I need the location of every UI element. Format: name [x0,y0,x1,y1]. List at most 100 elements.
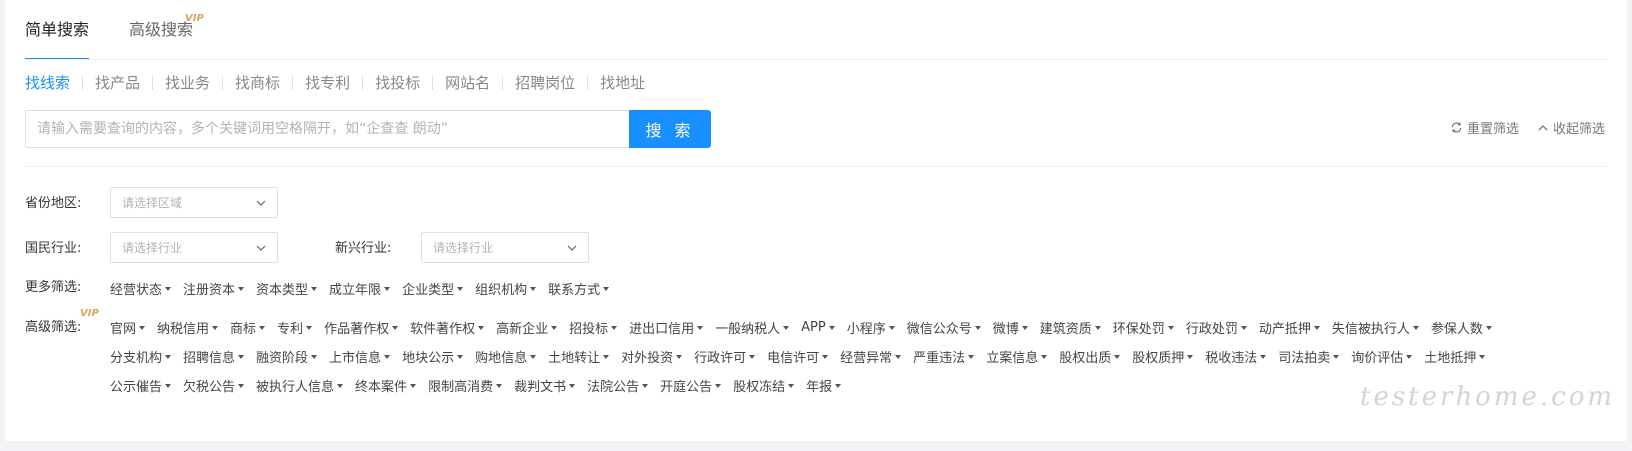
caret-down-icon [1412,326,1419,330]
filter-dropdown[interactable]: 成立年限 [329,278,391,298]
caret-down-icon [1479,355,1486,359]
caret-down-icon [676,355,683,359]
filter-dropdown[interactable]: 经营异常 [840,342,902,371]
search-row: 搜 索 [25,110,711,148]
filter-dropdown[interactable]: 行政处罚 [1186,313,1247,342]
province-label: 省份地区: [25,196,82,211]
top-tabs: 简单搜索 高级搜索 VIP [25,0,204,60]
filter-dropdown[interactable]: 法院公告 [587,371,649,400]
filter-dropdown[interactable]: 官网 [110,313,146,342]
caret-down-icon [822,355,829,359]
caret-down-icon [165,384,172,388]
filter-dropdown[interactable]: 购地信息 [475,342,537,371]
filter-dropdown[interactable]: 土地转让 [548,342,610,371]
filter-dropdown[interactable]: 联系方式 [548,278,610,298]
caret-down-icon [569,384,576,388]
collapse-filters-button[interactable]: 收起筛选 [1537,118,1605,137]
province-select[interactable]: 请选择区域 [110,187,278,218]
filter-dropdown[interactable]: 股权出质 [1059,342,1121,371]
filter-dropdown[interactable]: 建筑资质 [1040,313,1101,342]
filter-dropdown[interactable]: 开庭公告 [660,371,722,400]
filter-dropdown[interactable]: 严重违法 [913,342,975,371]
filter-dropdown[interactable]: 欠税公告 [183,371,245,400]
filter-dropdown-label: 专利 [277,322,304,337]
filter-dropdown[interactable]: 税收违法 [1205,342,1267,371]
filter-dropdown[interactable]: 高新企业 [496,313,558,342]
search-category-tab[interactable]: 找线索 [25,70,70,96]
filter-dropdown[interactable]: 作品著作权 [324,313,399,342]
tab-simple-search[interactable]: 简单搜索 [25,0,90,60]
filter-dropdown[interactable]: 土地抵押 [1424,342,1486,371]
filter-dropdown[interactable]: 限制高消费 [428,371,503,400]
filter-dropdown[interactable]: 专利 [277,313,313,342]
caret-down-icon [457,286,464,291]
filter-dropdown[interactable]: 地块公示 [402,342,464,371]
filter-dropdown[interactable]: 被执行人信息 [256,371,344,400]
caret-down-icon [1313,326,1320,330]
advanced-filters-list: 官网 纳税信用 商标 专利 作品著作权 软件著作权 高新企业 招投标 进出口信用 一般纳税人 APP… [110,313,1550,400]
search-category-tab[interactable]: 招聘岗位 [515,70,575,96]
filter-dropdown-label: 司法拍卖 [1278,351,1331,366]
filter-dropdown[interactable]: 企业类型 [402,278,464,298]
filter-dropdown[interactable]: 公示催告 [110,371,172,400]
filter-dropdown[interactable]: 股权质押 [1132,342,1194,371]
caret-down-icon [1485,326,1492,330]
filter-dropdown[interactable]: 进出口信用 [629,313,704,342]
filter-dropdown-label: APP [801,320,826,335]
filter-dropdown[interactable]: 年报 [806,371,842,400]
filter-dropdown[interactable]: APP [801,313,835,342]
filter-dropdown[interactable]: 动产抵押 [1259,313,1320,342]
caret-down-icon [530,286,537,291]
search-category-tab[interactable]: 找产品 [95,70,140,96]
search-input[interactable] [25,110,629,148]
tab-advanced-search[interactable]: 高级搜索 VIP [129,0,204,60]
filter-dropdown[interactable]: 招聘信息 [183,342,245,371]
filter-dropdown[interactable]: 商标 [230,313,266,342]
filter-dropdown-label: 微博 [992,322,1019,337]
filter-dropdown[interactable]: 司法拍卖 [1278,342,1340,371]
caret-down-icon [392,326,399,330]
search-category-tab[interactable]: 找业务 [165,70,210,96]
filter-dropdown-label: 询价评估 [1351,351,1404,366]
search-category-tab[interactable]: 找地址 [600,70,645,96]
filter-dropdown[interactable]: 软件著作权 [410,313,485,342]
filter-dropdown[interactable]: 上市信息 [329,342,391,371]
industry-select[interactable]: 请选择行业 [110,232,278,263]
filter-dropdown[interactable]: 经营状态 [110,278,172,298]
filter-dropdown[interactable]: 行政许可 [694,342,756,371]
reset-filters-button[interactable]: 重置筛选 [1450,118,1519,137]
search-category-tab[interactable]: 找商标 [235,70,280,96]
filter-dropdown[interactable]: 失信被执行人 [1332,313,1419,342]
filter-dropdown[interactable]: 注册资本 [183,278,245,298]
filter-dropdown[interactable]: 参保人数 [1431,313,1492,342]
filter-dropdown[interactable]: 招投标 [569,313,618,342]
filter-dropdown[interactable]: 电信许可 [767,342,829,371]
filter-dropdown[interactable]: 询价评估 [1351,342,1413,371]
filter-dropdown-label: 立案信息 [986,351,1039,366]
filter-dropdown[interactable]: 对外投资 [621,342,683,371]
filter-dropdown[interactable]: 分支机构 [110,342,172,371]
search-category-tab[interactable]: 找专利 [305,70,350,96]
filter-dropdown[interactable]: 裁判文书 [514,371,576,400]
filter-dropdown-label: 行政处罚 [1185,322,1238,337]
search-button[interactable]: 搜 索 [629,110,711,148]
filter-dropdown[interactable]: 微信公众号 [907,313,981,342]
search-category-tab[interactable]: 网站名 [445,70,490,96]
caret-down-icon [788,384,795,388]
filter-dropdown-label: 商标 [230,322,257,337]
search-category-tab[interactable]: 找投标 [375,70,420,96]
filter-dropdown[interactable]: 终本案件 [355,371,417,400]
caret-down-icon [337,384,344,388]
filter-dropdown[interactable]: 一般纳税人 [715,313,790,342]
filter-dropdown-label: 组织机构 [475,282,528,298]
emerging-industry-select[interactable]: 请选择行业 [421,232,589,263]
filter-dropdown[interactable]: 融资阶段 [256,342,318,371]
filter-dropdown[interactable]: 微博 [993,313,1028,342]
filter-dropdown[interactable]: 股权冻结 [733,371,795,400]
filter-dropdown[interactable]: 纳税信用 [157,313,219,342]
filter-dropdown[interactable]: 小程序 [847,313,895,342]
filter-dropdown[interactable]: 立案信息 [986,342,1048,371]
filter-dropdown[interactable]: 资本类型 [256,278,318,298]
filter-dropdown[interactable]: 环保处罚 [1113,313,1174,342]
filter-dropdown[interactable]: 组织机构 [475,278,537,298]
